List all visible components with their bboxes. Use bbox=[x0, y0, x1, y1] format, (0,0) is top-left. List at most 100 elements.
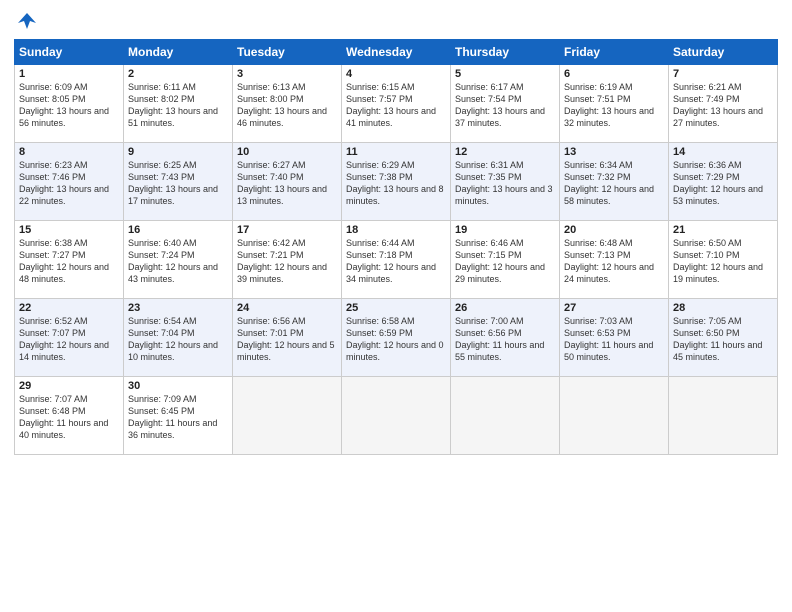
calendar-week-3: 15Sunrise: 6:38 AMSunset: 7:27 PMDayligh… bbox=[15, 221, 778, 299]
cell-details: Sunrise: 7:09 AMSunset: 6:45 PMDaylight:… bbox=[128, 393, 228, 442]
cell-details: Sunrise: 6:29 AMSunset: 7:38 PMDaylight:… bbox=[346, 159, 446, 208]
calendar-week-4: 22Sunrise: 6:52 AMSunset: 7:07 PMDayligh… bbox=[15, 299, 778, 377]
calendar-cell: 5Sunrise: 6:17 AMSunset: 7:54 PMDaylight… bbox=[451, 65, 560, 143]
calendar-cell bbox=[233, 377, 342, 455]
cell-details: Sunrise: 6:11 AMSunset: 8:02 PMDaylight:… bbox=[128, 81, 228, 130]
logo-bird-icon bbox=[16, 10, 38, 37]
day-number: 23 bbox=[128, 302, 228, 314]
cell-details: Sunrise: 6:50 AMSunset: 7:10 PMDaylight:… bbox=[673, 237, 773, 286]
cell-details: Sunrise: 7:03 AMSunset: 6:53 PMDaylight:… bbox=[564, 315, 664, 364]
calendar-cell: 23Sunrise: 6:54 AMSunset: 7:04 PMDayligh… bbox=[124, 299, 233, 377]
calendar-cell: 15Sunrise: 6:38 AMSunset: 7:27 PMDayligh… bbox=[15, 221, 124, 299]
cell-details: Sunrise: 6:27 AMSunset: 7:40 PMDaylight:… bbox=[237, 159, 337, 208]
cell-details: Sunrise: 6:52 AMSunset: 7:07 PMDaylight:… bbox=[19, 315, 119, 364]
calendar-cell: 12Sunrise: 6:31 AMSunset: 7:35 PMDayligh… bbox=[451, 143, 560, 221]
calendar-cell: 2Sunrise: 6:11 AMSunset: 8:02 PMDaylight… bbox=[124, 65, 233, 143]
cell-details: Sunrise: 6:58 AMSunset: 6:59 PMDaylight:… bbox=[346, 315, 446, 364]
cell-details: Sunrise: 6:19 AMSunset: 7:51 PMDaylight:… bbox=[564, 81, 664, 130]
day-number: 2 bbox=[128, 68, 228, 80]
calendar-cell: 13Sunrise: 6:34 AMSunset: 7:32 PMDayligh… bbox=[560, 143, 669, 221]
day-number: 8 bbox=[19, 146, 119, 158]
day-number: 6 bbox=[564, 68, 664, 80]
calendar-cell: 24Sunrise: 6:56 AMSunset: 7:01 PMDayligh… bbox=[233, 299, 342, 377]
calendar-cell: 4Sunrise: 6:15 AMSunset: 7:57 PMDaylight… bbox=[342, 65, 451, 143]
day-number: 19 bbox=[455, 224, 555, 236]
day-number: 21 bbox=[673, 224, 773, 236]
cell-details: Sunrise: 7:00 AMSunset: 6:56 PMDaylight:… bbox=[455, 315, 555, 364]
calendar-cell: 11Sunrise: 6:29 AMSunset: 7:38 PMDayligh… bbox=[342, 143, 451, 221]
calendar-cell bbox=[669, 377, 778, 455]
cell-details: Sunrise: 6:40 AMSunset: 7:24 PMDaylight:… bbox=[128, 237, 228, 286]
calendar-cell: 3Sunrise: 6:13 AMSunset: 8:00 PMDaylight… bbox=[233, 65, 342, 143]
calendar-cell: 10Sunrise: 6:27 AMSunset: 7:40 PMDayligh… bbox=[233, 143, 342, 221]
cell-details: Sunrise: 6:42 AMSunset: 7:21 PMDaylight:… bbox=[237, 237, 337, 286]
day-header-thursday: Thursday bbox=[451, 40, 560, 65]
day-number: 25 bbox=[346, 302, 446, 314]
calendar-week-2: 8Sunrise: 6:23 AMSunset: 7:46 PMDaylight… bbox=[15, 143, 778, 221]
cell-details: Sunrise: 6:56 AMSunset: 7:01 PMDaylight:… bbox=[237, 315, 337, 364]
calendar-cell: 8Sunrise: 6:23 AMSunset: 7:46 PMDaylight… bbox=[15, 143, 124, 221]
cell-details: Sunrise: 6:31 AMSunset: 7:35 PMDaylight:… bbox=[455, 159, 555, 208]
day-number: 17 bbox=[237, 224, 337, 236]
day-number: 28 bbox=[673, 302, 773, 314]
cell-details: Sunrise: 6:17 AMSunset: 7:54 PMDaylight:… bbox=[455, 81, 555, 130]
cell-details: Sunrise: 6:38 AMSunset: 7:27 PMDaylight:… bbox=[19, 237, 119, 286]
day-number: 7 bbox=[673, 68, 773, 80]
cell-details: Sunrise: 6:54 AMSunset: 7:04 PMDaylight:… bbox=[128, 315, 228, 364]
header bbox=[14, 10, 778, 33]
day-header-friday: Friday bbox=[560, 40, 669, 65]
calendar-cell: 21Sunrise: 6:50 AMSunset: 7:10 PMDayligh… bbox=[669, 221, 778, 299]
day-number: 14 bbox=[673, 146, 773, 158]
calendar-cell: 27Sunrise: 7:03 AMSunset: 6:53 PMDayligh… bbox=[560, 299, 669, 377]
day-number: 12 bbox=[455, 146, 555, 158]
day-header-tuesday: Tuesday bbox=[233, 40, 342, 65]
calendar-cell: 28Sunrise: 7:05 AMSunset: 6:50 PMDayligh… bbox=[669, 299, 778, 377]
day-number: 20 bbox=[564, 224, 664, 236]
cell-details: Sunrise: 7:07 AMSunset: 6:48 PMDaylight:… bbox=[19, 393, 119, 442]
day-number: 29 bbox=[19, 380, 119, 392]
calendar-table: SundayMondayTuesdayWednesdayThursdayFrid… bbox=[14, 39, 778, 455]
day-number: 22 bbox=[19, 302, 119, 314]
day-number: 1 bbox=[19, 68, 119, 80]
calendar-cell: 9Sunrise: 6:25 AMSunset: 7:43 PMDaylight… bbox=[124, 143, 233, 221]
day-number: 18 bbox=[346, 224, 446, 236]
cell-details: Sunrise: 6:25 AMSunset: 7:43 PMDaylight:… bbox=[128, 159, 228, 208]
day-number: 5 bbox=[455, 68, 555, 80]
calendar-cell: 26Sunrise: 7:00 AMSunset: 6:56 PMDayligh… bbox=[451, 299, 560, 377]
day-number: 4 bbox=[346, 68, 446, 80]
day-number: 9 bbox=[128, 146, 228, 158]
day-header-saturday: Saturday bbox=[669, 40, 778, 65]
day-number: 3 bbox=[237, 68, 337, 80]
day-header-monday: Monday bbox=[124, 40, 233, 65]
calendar-cell: 6Sunrise: 6:19 AMSunset: 7:51 PMDaylight… bbox=[560, 65, 669, 143]
page: SundayMondayTuesdayWednesdayThursdayFrid… bbox=[0, 0, 792, 612]
day-number: 13 bbox=[564, 146, 664, 158]
day-number: 24 bbox=[237, 302, 337, 314]
cell-details: Sunrise: 6:44 AMSunset: 7:18 PMDaylight:… bbox=[346, 237, 446, 286]
cell-details: Sunrise: 7:05 AMSunset: 6:50 PMDaylight:… bbox=[673, 315, 773, 364]
cell-details: Sunrise: 6:48 AMSunset: 7:13 PMDaylight:… bbox=[564, 237, 664, 286]
calendar-cell: 1Sunrise: 6:09 AMSunset: 8:05 PMDaylight… bbox=[15, 65, 124, 143]
cell-details: Sunrise: 6:36 AMSunset: 7:29 PMDaylight:… bbox=[673, 159, 773, 208]
calendar-week-5: 29Sunrise: 7:07 AMSunset: 6:48 PMDayligh… bbox=[15, 377, 778, 455]
calendar-cell: 25Sunrise: 6:58 AMSunset: 6:59 PMDayligh… bbox=[342, 299, 451, 377]
cell-details: Sunrise: 6:23 AMSunset: 7:46 PMDaylight:… bbox=[19, 159, 119, 208]
calendar-cell: 18Sunrise: 6:44 AMSunset: 7:18 PMDayligh… bbox=[342, 221, 451, 299]
calendar-cell: 17Sunrise: 6:42 AMSunset: 7:21 PMDayligh… bbox=[233, 221, 342, 299]
day-number: 15 bbox=[19, 224, 119, 236]
calendar-cell bbox=[342, 377, 451, 455]
calendar-cell: 22Sunrise: 6:52 AMSunset: 7:07 PMDayligh… bbox=[15, 299, 124, 377]
cell-details: Sunrise: 6:09 AMSunset: 8:05 PMDaylight:… bbox=[19, 81, 119, 130]
cell-details: Sunrise: 6:46 AMSunset: 7:15 PMDaylight:… bbox=[455, 237, 555, 286]
day-header-sunday: Sunday bbox=[15, 40, 124, 65]
calendar-cell: 20Sunrise: 6:48 AMSunset: 7:13 PMDayligh… bbox=[560, 221, 669, 299]
calendar-cell bbox=[451, 377, 560, 455]
calendar-header-row: SundayMondayTuesdayWednesdayThursdayFrid… bbox=[15, 40, 778, 65]
day-number: 16 bbox=[128, 224, 228, 236]
calendar-cell: 14Sunrise: 6:36 AMSunset: 7:29 PMDayligh… bbox=[669, 143, 778, 221]
calendar-cell: 7Sunrise: 6:21 AMSunset: 7:49 PMDaylight… bbox=[669, 65, 778, 143]
cell-details: Sunrise: 6:21 AMSunset: 7:49 PMDaylight:… bbox=[673, 81, 773, 130]
day-number: 26 bbox=[455, 302, 555, 314]
calendar-cell: 19Sunrise: 6:46 AMSunset: 7:15 PMDayligh… bbox=[451, 221, 560, 299]
calendar-cell: 30Sunrise: 7:09 AMSunset: 6:45 PMDayligh… bbox=[124, 377, 233, 455]
